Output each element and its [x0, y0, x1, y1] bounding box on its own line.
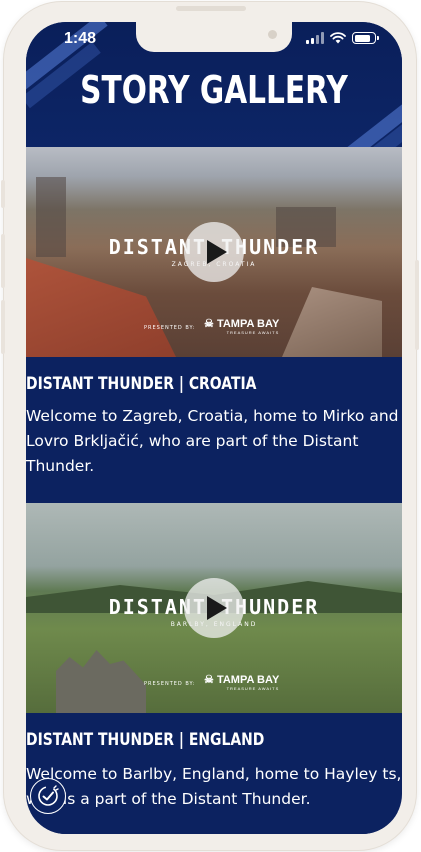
presenter-name: TAMPA BAY [216, 318, 280, 330]
battery-icon [352, 32, 379, 44]
screen: 1:48 STORY GALLERY DISTANT THUNDER ZAGRE… [26, 22, 402, 834]
bottom-safe-area [26, 812, 402, 834]
story-heading: DISTANT THUNDER | ENGLAND [26, 730, 265, 750]
wifi-icon [330, 32, 346, 44]
presented-by-label: PRESENTED BY: [144, 681, 196, 687]
badge-check-icon [38, 785, 59, 806]
page-title: STORY GALLERY [80, 68, 348, 112]
presenter-tagline: TREASURE AWAITS [226, 330, 280, 335]
device-frame: 1:48 STORY GALLERY DISTANT THUNDER ZAGRE… [1, 2, 419, 850]
power-button [415, 260, 419, 350]
speaker-slit [176, 6, 246, 11]
story-description: Welcome to Barlby, England, home to Hayl… [26, 765, 402, 808]
notch [136, 22, 292, 52]
play-button[interactable] [184, 578, 244, 638]
front-camera [268, 30, 277, 39]
crossed-swords-skull-icon: ☠ [204, 318, 214, 330]
video-thumbnail[interactable]: DISTANT THUNDER BARLBY, ENGLAND PRESENTE… [26, 503, 402, 713]
gallery-header: 1:48 STORY GALLERY [26, 22, 402, 147]
presenter-logo: ☠ TAMPA BAY TREASURE AWAITS [204, 673, 279, 691]
cellular-signal-icon [306, 32, 324, 44]
presenter-tagline: TREASURE AWAITS [226, 686, 280, 691]
status-time: 1:48 [64, 30, 97, 47]
story-heading: DISTANT THUNDER | CROATIA [26, 374, 257, 394]
mute-switch [1, 180, 5, 208]
crossed-swords-skull-icon: ☠ [204, 674, 214, 686]
volume-up-button [1, 234, 5, 288]
rooftop [282, 287, 382, 357]
video-thumbnail[interactable]: DISTANT THUNDER ZAGREB, CROATIA PRESENTE… [26, 147, 402, 357]
story-description: Welcome to Zagreb, Croatia, home to Mirk… [26, 407, 399, 475]
volume-down-button [1, 300, 5, 354]
ruin-silhouette [56, 650, 146, 713]
presented-by-label: PRESENTED BY: [144, 325, 196, 331]
play-button[interactable] [184, 222, 244, 282]
status-icons [306, 32, 379, 44]
badge-button[interactable] [30, 778, 66, 814]
presenter-name: TAMPA BAY [216, 674, 280, 686]
presenter-logo: ☠ TAMPA BAY TREASURE AWAITS [204, 317, 279, 335]
